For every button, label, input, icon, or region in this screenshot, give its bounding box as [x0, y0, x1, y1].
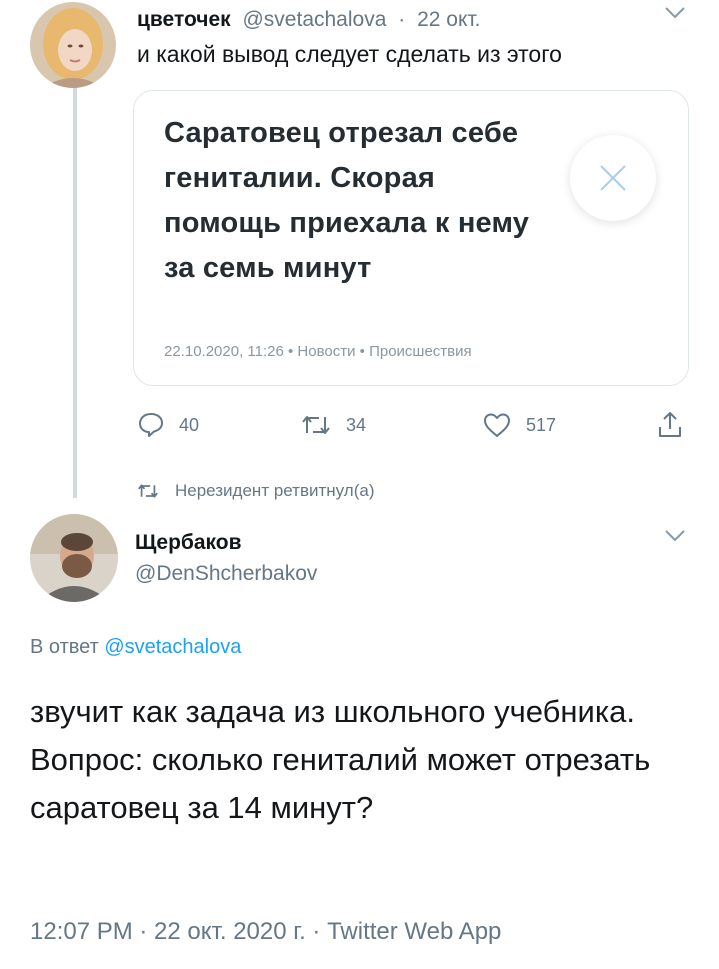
timestamp[interactable]: 22 окт. [417, 8, 480, 31]
tweet-text: и какой вывод следует сделать из этого [137, 41, 562, 67]
share-icon [659, 412, 681, 437]
retweet-icon [138, 484, 158, 498]
tweet-footer[interactable]: 12:07 PM · 22 окт. 2020 г. · Twitter Web… [30, 918, 501, 946]
reply-to-handle[interactable]: @svetachalova [104, 636, 241, 658]
retweet-count: 34 [346, 414, 367, 435]
reply-action[interactable]: 40 [137, 408, 199, 442]
handle[interactable]: @svetachalova [242, 8, 386, 31]
display-name[interactable]: Щербаков [135, 531, 242, 555]
tweet-header: цветочек @svetachalova · 22 окт. [137, 8, 481, 32]
retweet-note-text[interactable]: Нерезидент ретвитнул(а) [175, 481, 374, 501]
reply-icon [139, 413, 163, 437]
like-count: 517 [526, 414, 557, 435]
close-button[interactable] [570, 135, 656, 221]
share-action[interactable] [656, 408, 684, 442]
reply-count: 40 [179, 414, 200, 435]
card-title: Саратовец отрезал себе гениталии. Скорая… [164, 117, 530, 284]
retweet-action[interactable]: 34 [300, 408, 366, 442]
reply-context: В ответ @svetachalova [30, 636, 241, 659]
display-name[interactable]: цветочек [137, 8, 231, 31]
like-icon [484, 413, 510, 437]
link-card[interactable]: Саратовец отрезал себе гениталии. Скорая… [133, 90, 689, 386]
thread-connector-line [73, 88, 77, 498]
reply-prefix: В ответ [30, 636, 99, 658]
tweet-text: звучит как задача из школьного учебника.… [30, 694, 651, 825]
chevron-down-icon[interactable] [664, 6, 686, 25]
chevron-down-icon[interactable] [664, 529, 686, 548]
avatar[interactable] [30, 2, 116, 88]
avatar[interactable] [30, 514, 118, 602]
card-meta: 22.10.2020, 11:26 • Новости • Происшеств… [164, 343, 472, 360]
separator: · [398, 8, 406, 31]
close-icon [600, 165, 626, 191]
retweet-note: Нерезидент ретвитнул(а) [135, 481, 374, 501]
handle[interactable]: @DenShcherbakov [135, 562, 317, 586]
like-action[interactable]: 517 [482, 408, 556, 442]
retweet-icon [302, 416, 330, 434]
